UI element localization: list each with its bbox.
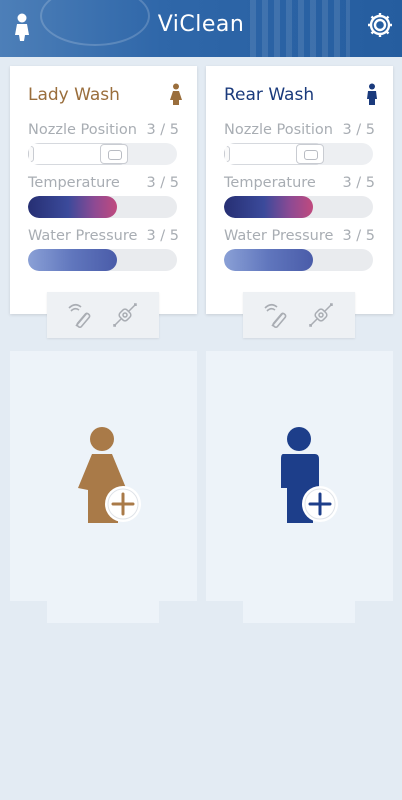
toilet-connect-icon[interactable] (111, 301, 139, 329)
panel-tab (47, 601, 159, 623)
temperature-label: Temperature (224, 175, 316, 191)
remote-control-icon[interactable] (67, 301, 95, 329)
temperature-slider[interactable] (224, 196, 373, 218)
water-pressure-slider[interactable] (224, 249, 373, 271)
water-pressure-slider[interactable] (28, 249, 177, 271)
water-pressure-value: 3 / 5 (342, 228, 375, 244)
card-title: Lady Wash (28, 85, 120, 105)
nozzle-position-slider[interactable] (224, 143, 373, 165)
remote-control-icon[interactable] (263, 301, 291, 329)
toilet-connect-icon[interactable] (307, 301, 335, 329)
water-pressure-fill (224, 249, 314, 271)
app-header: ViClean (0, 0, 402, 57)
nozzle-head-handle[interactable] (296, 144, 324, 164)
nozzle-position-value: 3 / 5 (146, 122, 179, 138)
rear-wash-card[interactable]: Rear Wash Nozzle Position 3 / 5 Temperat… (206, 66, 393, 314)
lady-wash-actions (47, 292, 159, 338)
add-lady-profile-icon[interactable] (76, 426, 142, 526)
lady-wash-card[interactable]: Lady Wash Nozzle Position 3 / 5 Temperat… (10, 66, 197, 314)
nozzle-position-label: Nozzle Position (224, 122, 333, 138)
temperature-label: Temperature (28, 175, 120, 191)
nozzle-position-value: 3 / 5 (342, 122, 375, 138)
nozzle-position-label: Nozzle Position (28, 122, 137, 138)
water-pressure-fill (28, 249, 118, 271)
water-pressure-label: Water Pressure (224, 228, 334, 244)
rear-wash-actions (243, 292, 355, 338)
man-icon (367, 83, 377, 105)
water-pressure-label: Water Pressure (28, 228, 138, 244)
lady-icon (170, 83, 182, 105)
app-title: ViClean (157, 12, 245, 37)
water-pressure-value: 3 / 5 (146, 228, 179, 244)
nozzle-head-handle[interactable] (100, 144, 128, 164)
nozzle-position-slider[interactable] (28, 143, 177, 165)
nozzle-base (28, 146, 34, 162)
card-title: Rear Wash (224, 85, 315, 105)
temperature-fill (28, 196, 118, 218)
temperature-slider[interactable] (28, 196, 177, 218)
add-man-profile-icon[interactable] (273, 426, 339, 526)
gear-icon[interactable] (366, 11, 394, 39)
temperature-value: 3 / 5 (342, 175, 375, 191)
temperature-fill (224, 196, 314, 218)
panel-tab (243, 601, 355, 623)
nozzle-base (224, 146, 230, 162)
temperature-value: 3 / 5 (146, 175, 179, 191)
